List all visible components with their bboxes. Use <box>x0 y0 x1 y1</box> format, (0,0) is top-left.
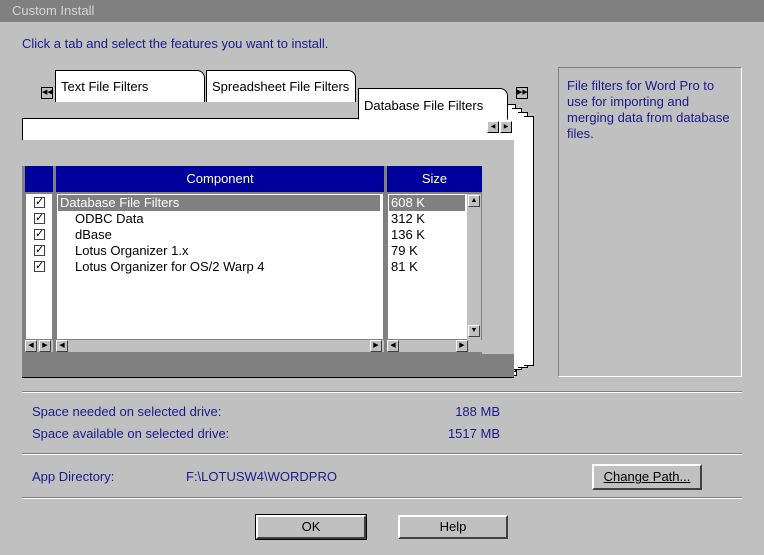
divider <box>22 497 742 499</box>
scroll-up-arrow[interactable]: ▲ <box>468 195 480 207</box>
space-needed-value: 188 MB <box>455 404 500 419</box>
component-column-scrollbar[interactable]: ◀ ▶ <box>56 340 384 352</box>
checkbox-column-scrollbar[interactable]: ◀ ▶ <box>25 340 53 352</box>
scroll-right-arrow[interactable]: ▶ <box>370 340 382 352</box>
help-label: Help <box>439 519 467 534</box>
scroll-right-arrow[interactable]: ▶ <box>39 340 51 352</box>
scroll-left-arrow[interactable]: ◀ <box>25 340 37 352</box>
table-area-inner <box>22 140 514 166</box>
custom-install-window: Custom Install Click a tab and select th… <box>0 0 764 555</box>
change-path-label: Change Path... <box>603 469 691 484</box>
component-row[interactable]: Lotus Organizer for OS/2 Warp 4 <box>75 259 265 275</box>
divider <box>22 453 742 455</box>
component-row-selected[interactable]: Database File Filters <box>58 195 380 211</box>
tab-label: Database File Filters <box>364 98 484 113</box>
ok-label: OK <box>301 519 321 534</box>
component-column-header[interactable]: Component <box>56 166 384 192</box>
scroll-left-arrow[interactable]: ◀ <box>387 340 399 352</box>
component-row[interactable]: Lotus Organizer 1.x <box>75 243 188 259</box>
space-available-value: 1517 MB <box>447 426 500 441</box>
scroll-left-arrow[interactable]: ◀ <box>56 340 68 352</box>
size-column-scrollbar[interactable]: ◀ ▶ <box>387 340 482 352</box>
size-column-header[interactable]: Size <box>387 166 482 192</box>
description-text: File filters for Word Pro to use for imp… <box>567 78 730 141</box>
description-panel: File filters for Word Pro to use for imp… <box>558 67 742 377</box>
component-row[interactable]: dBase <box>75 227 112 243</box>
tab-label: Spreadsheet File Filters <box>212 79 350 94</box>
help-button[interactable]: Help <box>398 515 508 539</box>
scroll-down-arrow[interactable]: ▼ <box>468 325 480 337</box>
tab-spreadsheet-file-filters[interactable]: Spreadsheet File Filters <box>206 70 356 102</box>
component-row[interactable]: ODBC Data <box>75 211 144 227</box>
size-cell: 312 K <box>391 211 425 226</box>
ok-button[interactable]: OK <box>255 514 367 540</box>
change-path-button[interactable]: Change Path... <box>592 464 702 490</box>
checkbox-column-header <box>25 166 53 192</box>
instruction-text: Click a tab and select the features you … <box>22 36 329 51</box>
size-cell-selected: 608 K <box>389 195 465 211</box>
feature-checkbox[interactable]: ✓ <box>34 229 45 240</box>
window-title: Custom Install <box>0 0 764 22</box>
tab-label: Text File Filters <box>61 79 149 94</box>
size-cell: 136 K <box>391 227 425 242</box>
divider <box>22 391 742 393</box>
size-cell: 81 K <box>391 259 418 274</box>
size-cell: 79 K <box>391 243 418 258</box>
tabs-scroll-right-button[interactable]: ▶▶ <box>516 87 528 99</box>
feature-checkbox[interactable]: ✓ <box>34 197 45 208</box>
tabs-scroll-left-button[interactable]: ◀◀ <box>41 87 53 99</box>
scroll-right-arrow[interactable]: ▶ <box>456 340 468 352</box>
notebook-page-edge <box>524 116 534 366</box>
feature-checkbox[interactable]: ✓ <box>34 213 45 224</box>
feature-checkbox[interactable]: ✓ <box>34 245 45 256</box>
app-directory-label: App Directory: <box>32 469 115 484</box>
app-directory-value: F:\LOTUSW4\WORDPRO <box>186 469 337 484</box>
space-needed-label: Space needed on selected drive: <box>32 404 222 419</box>
table-area-inner <box>482 166 514 354</box>
feature-checkbox[interactable]: ✓ <box>34 261 45 272</box>
prev-page-button[interactable]: ◀ <box>487 121 499 133</box>
tab-text-file-filters[interactable]: Text File Filters <box>55 70 205 102</box>
tab-database-file-filters[interactable]: Database File Filters <box>358 88 508 120</box>
space-available-label: Space available on selected drive: <box>32 426 230 441</box>
next-page-button[interactable]: ▶ <box>500 121 512 133</box>
vertical-scrollbar[interactable]: ▲ ▼ <box>467 194 481 340</box>
